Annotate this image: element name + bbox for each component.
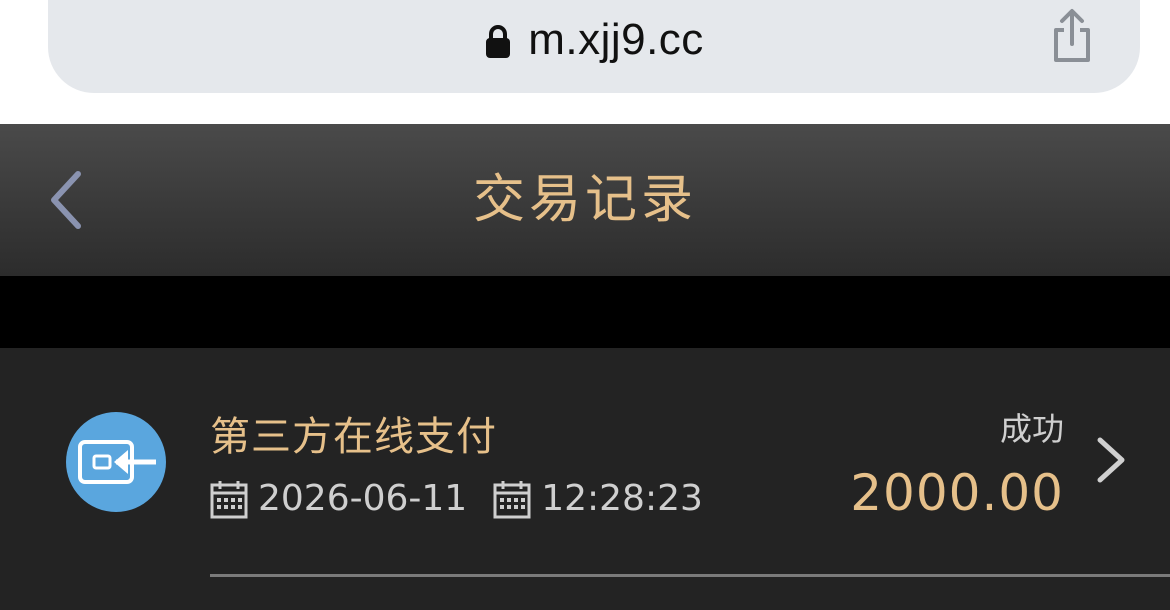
chevron-right-icon[interactable]	[1094, 436, 1128, 484]
address-bar[interactable]: m.xjj9.cc	[48, 0, 1140, 93]
status-badge: 成功	[999, 410, 1064, 448]
calendar-icon	[210, 480, 248, 518]
transaction-amount: 2000.00	[850, 464, 1064, 522]
row-divider	[210, 574, 1170, 577]
app-header: 交易记录	[0, 124, 1170, 276]
browser-toolbar: m.xjj9.cc	[0, 0, 1170, 124]
calendar-icon	[493, 480, 531, 518]
lock-icon	[486, 25, 511, 58]
transaction-meta: 2026-06-11 12:28:23	[210, 478, 703, 519]
transaction-date: 2026-06-11	[258, 478, 468, 519]
wallet-deposit-icon	[66, 412, 166, 512]
url-text[interactable]: m.xjj9.cc	[528, 15, 704, 65]
url-container: m.xjj9.cc	[48, 0, 1140, 80]
transaction-time: 12:28:23	[541, 478, 703, 519]
transaction-type: 第三方在线支付	[210, 414, 497, 460]
share-icon[interactable]	[1050, 8, 1094, 64]
transaction-list: 第三方在线支付 2026-06-11 12:28:23 成功 2000.00	[0, 348, 1170, 610]
page-title: 交易记录	[472, 170, 697, 230]
filter-bar	[0, 276, 1170, 348]
